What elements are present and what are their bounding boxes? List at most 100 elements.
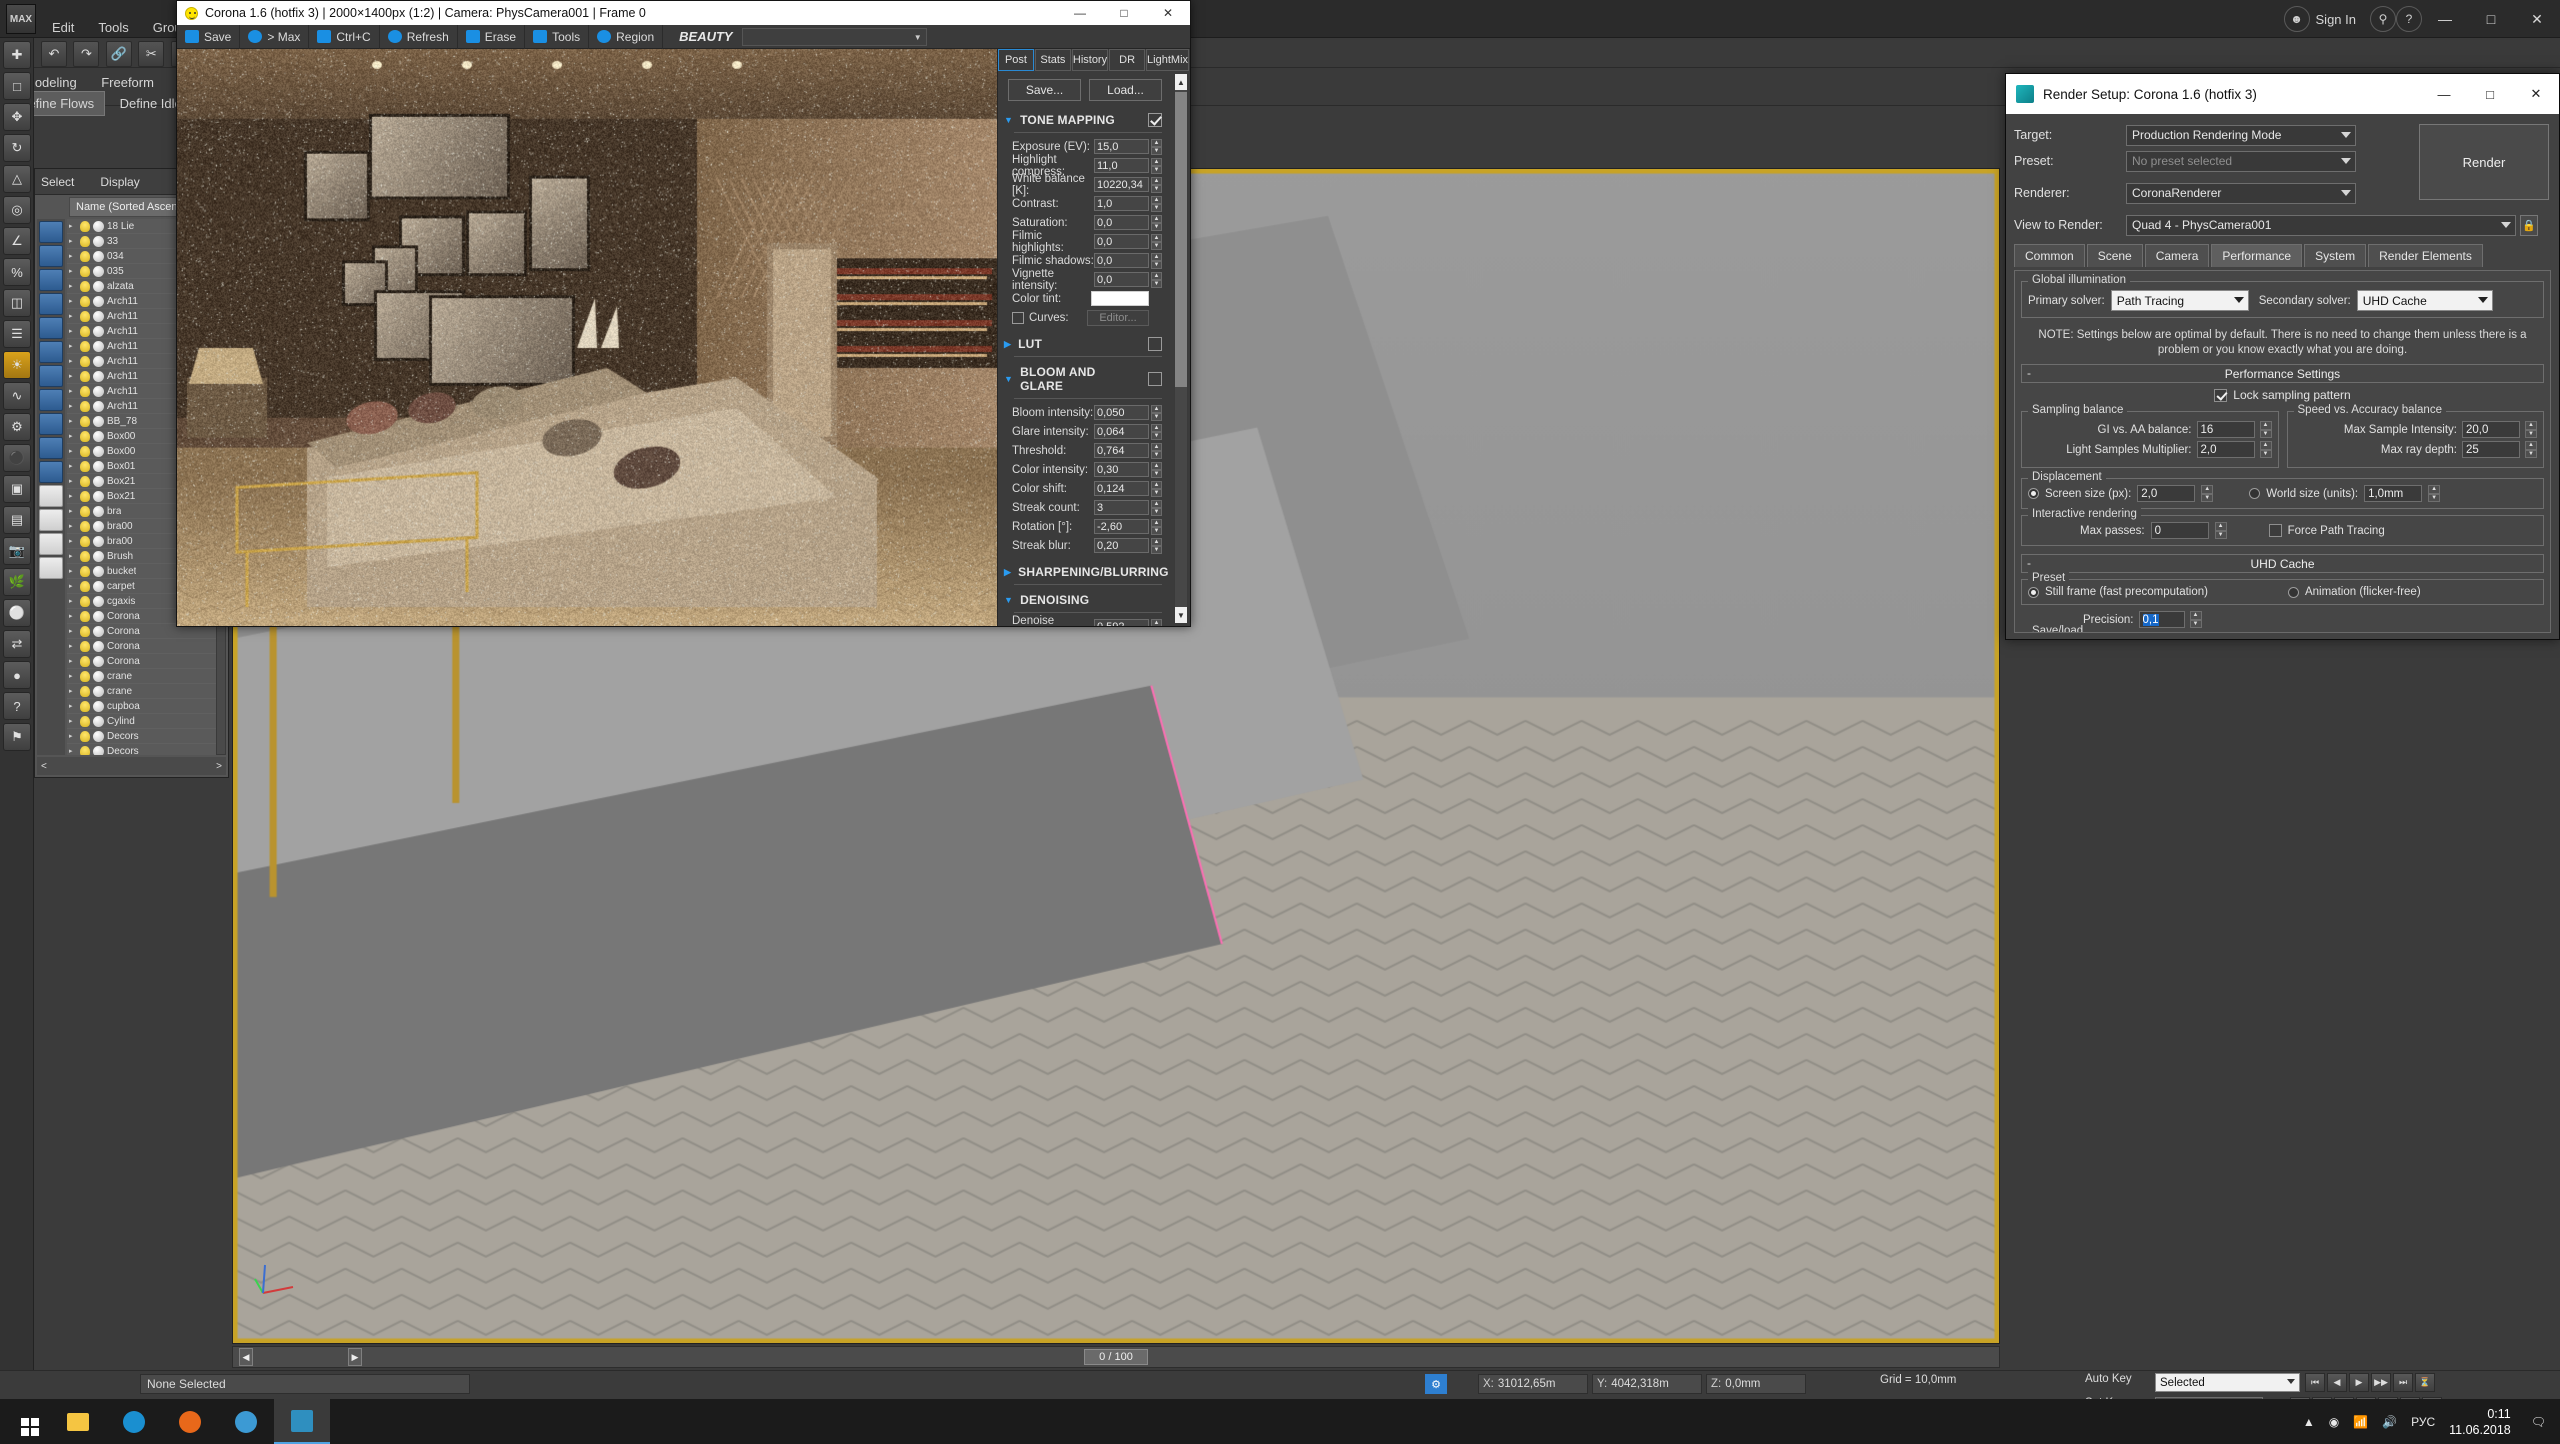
vfb-tab-lightmix[interactable]: LightMix — [1146, 49, 1189, 71]
scrollbar-thumb[interactable] — [1175, 92, 1187, 387]
tone-mapping-field[interactable]: 1,0 — [1094, 196, 1149, 211]
vfb-close-button[interactable]: ✕ — [1146, 1, 1190, 25]
render-toggle-icon[interactable] — [93, 671, 104, 682]
light-bulb-icon[interactable] — [80, 386, 90, 397]
primary-solver-combo[interactable]: Path Tracing — [2111, 290, 2249, 311]
render-image-canvas[interactable] — [177, 49, 997, 626]
select-object-icon[interactable]: ✚ — [3, 41, 31, 69]
auto-key-button[interactable]: Auto Key — [2085, 1373, 2132, 1385]
uhd-rollup-collapse-icon[interactable]: - — [2027, 556, 2031, 570]
light-bulb-icon[interactable] — [80, 296, 90, 307]
misc-rail-icon[interactable]: ⚑ — [3, 723, 31, 751]
scroll-up-icon[interactable]: ▲ — [1175, 74, 1187, 90]
vfb-pass-combo[interactable]: ▼ — [742, 28, 927, 46]
scale-icon[interactable]: △ — [3, 165, 31, 193]
expand-arrow-icon[interactable]: ▸ — [69, 447, 77, 455]
expand-arrow-icon[interactable]: ▸ — [69, 567, 77, 575]
expand-arrow-icon[interactable]: ▸ — [69, 432, 77, 440]
taskbar-telegram[interactable] — [218, 1399, 274, 1444]
unlink-icon[interactable]: ✂ — [138, 41, 164, 67]
render-setup-tab-render-elements[interactable]: Render Elements — [2368, 244, 2483, 267]
expand-arrow-icon[interactable]: ▸ — [69, 657, 77, 665]
help-rail-icon[interactable]: ? — [3, 692, 31, 720]
render-toggle-icon[interactable] — [93, 551, 104, 562]
render-toggle-icon[interactable] — [93, 521, 104, 532]
search-icon[interactable]: ⚲ — [2370, 6, 2396, 32]
list-item[interactable]: ▸ cupboa — [67, 699, 226, 714]
bloom-glare-spinner[interactable]: ▲ ▼ — [1151, 519, 1162, 534]
list-item[interactable]: ▸ Corona — [67, 654, 226, 669]
vfb-save-button[interactable]: Save — [177, 25, 240, 49]
vfb-erase-button[interactable]: Erase — [458, 25, 525, 49]
curve-editor-icon[interactable]: ∿ — [3, 382, 31, 410]
expand-arrow-icon[interactable]: ▸ — [69, 672, 77, 680]
light-bulb-icon[interactable] — [80, 596, 90, 607]
render-setup-dialog[interactable]: Render Setup: Corona 1.6 (hotfix 3) — □ … — [2005, 73, 2560, 640]
light-bulb-icon[interactable] — [80, 266, 90, 277]
expand-arrow-icon[interactable]: ▸ — [69, 537, 77, 545]
bloom-glare-field[interactable]: 0,124 — [1094, 481, 1149, 496]
light-bulb-icon[interactable] — [80, 566, 90, 577]
scene-explorer-scroll-right[interactable]: > — [216, 761, 222, 772]
msi-spinner[interactable]: ▲ ▼ — [2525, 421, 2537, 438]
light-bulb-icon[interactable] — [80, 446, 90, 457]
corona-proxy-icon[interactable]: ● — [3, 661, 31, 689]
select-by-layer-icon[interactable] — [39, 341, 63, 363]
light-bulb-icon[interactable] — [80, 491, 90, 502]
light-bulb-icon[interactable] — [80, 461, 90, 472]
tone-mapping-spinner[interactable]: ▲ ▼ — [1151, 158, 1162, 173]
bloom-glare-checkbox[interactable] — [1148, 372, 1162, 386]
render-toggle-icon[interactable] — [93, 236, 104, 247]
msi-field[interactable]: 20,0 — [2462, 421, 2520, 438]
render-setup-tab-performance[interactable]: Performance — [2211, 244, 2302, 267]
animation-radio[interactable] — [2288, 587, 2299, 598]
select-link-icon[interactable]: 🔗 — [106, 41, 132, 67]
material-editor-icon[interactable]: ⚫ — [3, 444, 31, 472]
tone-mapping-spinner[interactable]: ▲ ▼ — [1151, 215, 1162, 230]
lsm-spinner[interactable]: ▲ ▼ — [2260, 441, 2272, 458]
render-toggle-icon[interactable] — [93, 491, 104, 502]
sort-order-icon[interactable] — [39, 509, 63, 531]
expand-arrow-icon[interactable]: ▸ — [69, 597, 77, 605]
light-bulb-icon[interactable] — [80, 536, 90, 547]
tone-mapping-field[interactable]: 0,0 — [1094, 253, 1149, 268]
vfb-render-image[interactable] — [177, 49, 997, 626]
render-toggle-icon[interactable] — [93, 221, 104, 232]
render-toggle-icon[interactable] — [93, 296, 104, 307]
vfb-tools-button[interactable]: Tools — [525, 25, 589, 49]
undo-icon[interactable]: ↶ — [41, 41, 67, 67]
tone-mapping-spinner[interactable]: ▲ ▼ — [1151, 234, 1162, 249]
tone-mapping-field[interactable]: 0,0 — [1094, 272, 1149, 287]
render-toggle-icon[interactable] — [93, 596, 104, 607]
tone-mapping-spinner[interactable]: ▲ ▼ — [1151, 253, 1162, 268]
light-bulb-icon[interactable] — [80, 341, 90, 352]
expand-arrow-icon[interactable]: ▸ — [69, 507, 77, 515]
expand-arrow-icon[interactable]: ▸ — [69, 297, 77, 305]
light-bulb-icon[interactable] — [80, 686, 90, 697]
light-bulb-icon[interactable] — [80, 356, 90, 367]
lock-view-icon[interactable]: 🔒 — [2520, 215, 2538, 236]
render-toggle-icon[interactable] — [93, 281, 104, 292]
vfb-minimize-button[interactable]: — — [1058, 1, 1102, 25]
color-tint-swatch[interactable] — [1091, 291, 1149, 306]
render-toggle-icon[interactable] — [93, 251, 104, 262]
screen-size-radio[interactable] — [2028, 488, 2039, 499]
light-bulb-icon[interactable] — [80, 641, 90, 652]
light-bulb-icon[interactable] — [80, 731, 90, 742]
render-setup-maximize-button[interactable]: □ — [2467, 74, 2513, 114]
vfb-save-preset-button[interactable]: Save... — [1008, 79, 1081, 101]
light-bulb-icon[interactable] — [80, 671, 90, 682]
tone-mapping-spinner[interactable]: ▲ ▼ — [1151, 139, 1162, 154]
rollup-collapse-icon[interactable]: - — [2027, 366, 2031, 380]
gi-aa-field[interactable]: 16 — [2197, 421, 2255, 438]
render-toggle-icon[interactable] — [93, 611, 104, 622]
light-bulb-icon[interactable] — [80, 581, 90, 592]
max-passes-field[interactable]: 0 — [2151, 522, 2209, 539]
expand-arrow-icon[interactable]: ▸ — [69, 222, 77, 230]
render-toggle-icon[interactable] — [93, 626, 104, 637]
taskbar-explorer[interactable] — [50, 1399, 106, 1444]
taskbar-clock[interactable]: 0:11 11.06.2018 — [2449, 1406, 2517, 1438]
bloom-glare-spinner[interactable]: ▲ ▼ — [1151, 405, 1162, 420]
tone-mapping-field[interactable]: 0,0 — [1094, 215, 1149, 230]
list-item[interactable]: ▸ Decors — [67, 744, 226, 755]
